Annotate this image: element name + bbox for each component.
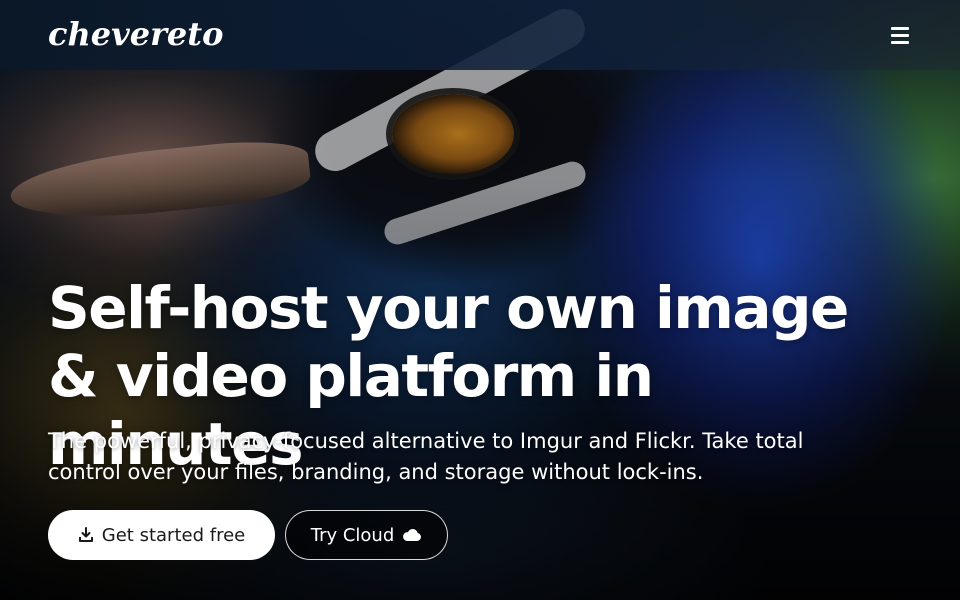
menu-bar	[891, 40, 909, 44]
cloud-icon	[402, 527, 422, 543]
site-header: chevereto	[0, 0, 960, 70]
hamburger-menu-icon[interactable]	[886, 21, 914, 49]
menu-bar	[891, 33, 909, 37]
get-started-free-label: Get started free	[101, 524, 246, 546]
try-cloud-label: Try Cloud	[310, 524, 395, 546]
get-started-free-button[interactable]: Get started free	[48, 510, 275, 560]
hero-subtitle: The powerful, privacy-focused alternativ…	[48, 429, 804, 484]
try-cloud-button[interactable]: Try Cloud	[285, 510, 448, 560]
logo[interactable]: chevereto	[48, 14, 223, 54]
download-icon	[78, 527, 94, 543]
menu-bar	[891, 26, 909, 30]
